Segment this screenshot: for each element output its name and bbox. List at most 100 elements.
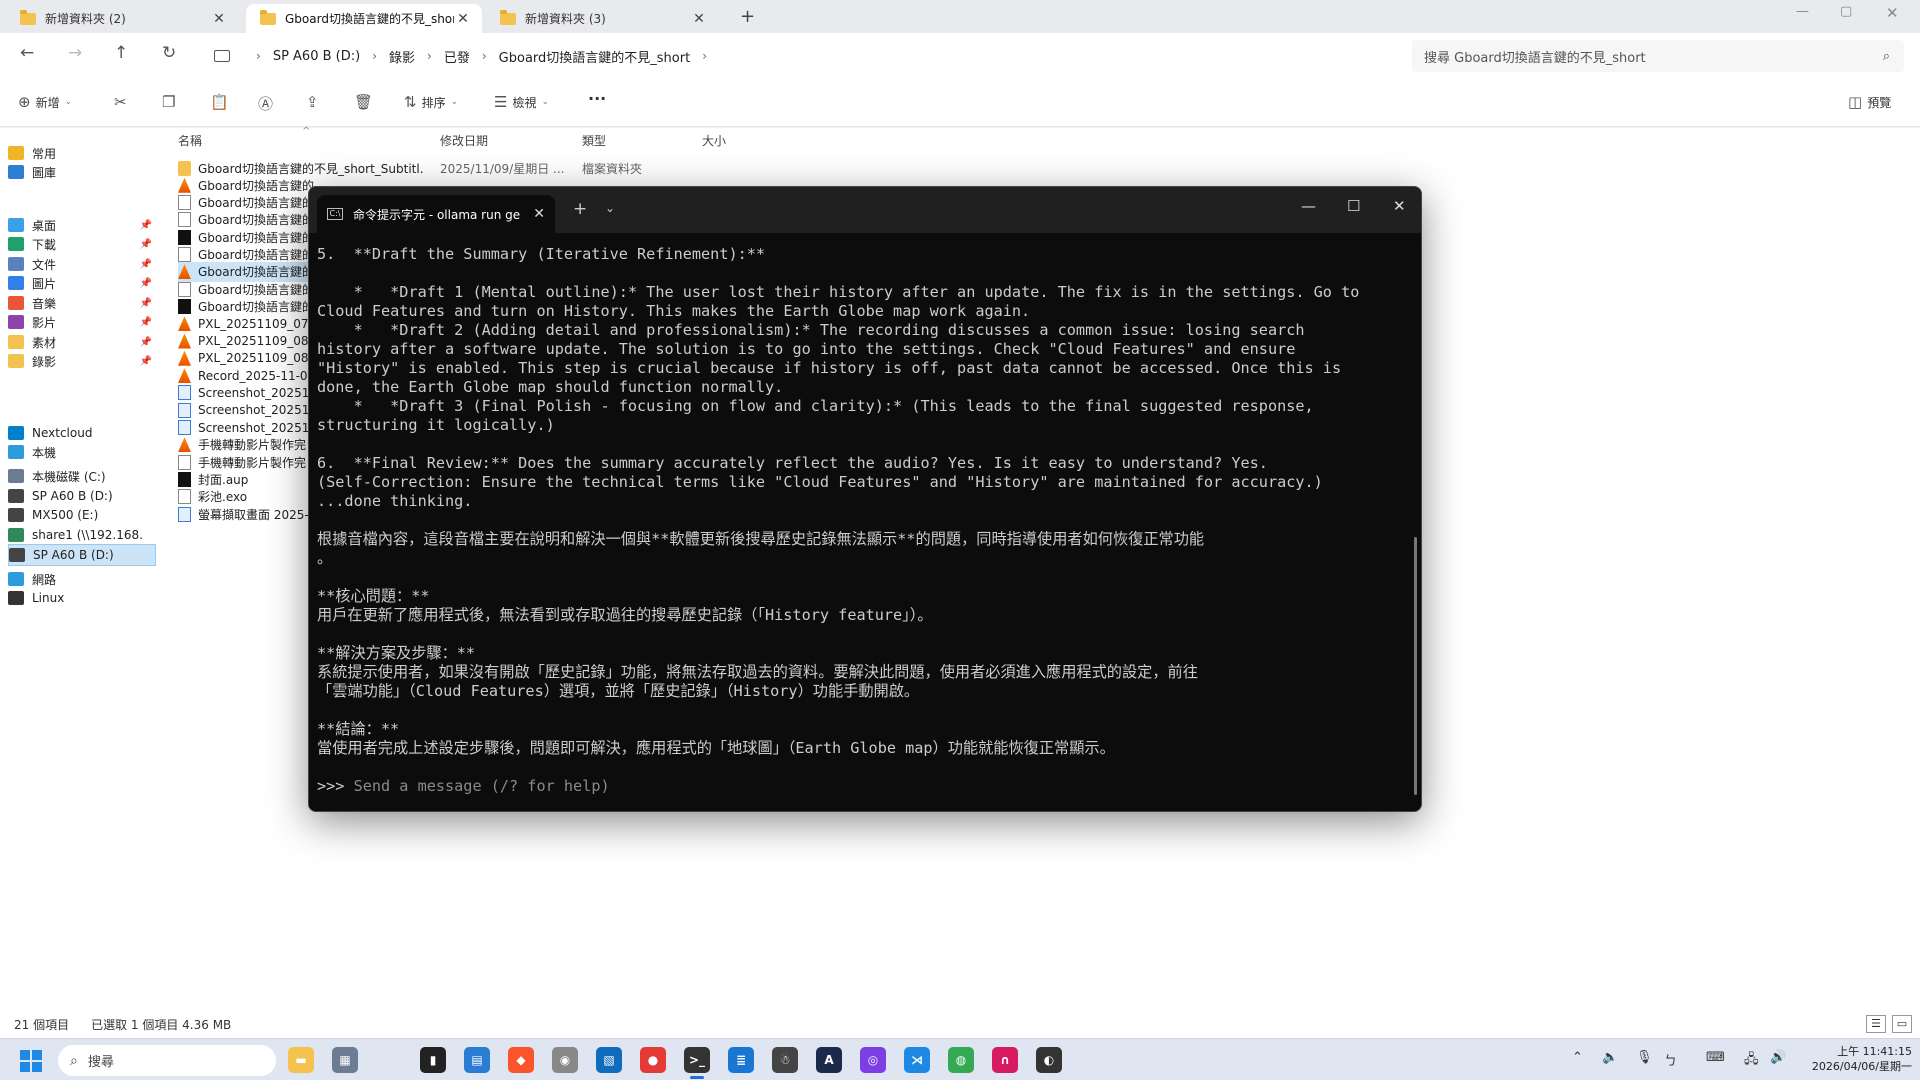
close-icon[interactable]: ✕ [210, 11, 228, 27]
maximize-icon[interactable]: ☐ [1347, 197, 1360, 215]
sort-button[interactable]: ⇅ 排序 ⌄ [404, 93, 458, 111]
sidebar-item[interactable]: MX500 (E:) [8, 504, 156, 526]
close-window-icon[interactable]: ✕ [1393, 197, 1406, 215]
pin-icon[interactable]: 📌 [140, 220, 152, 231]
delete-icon[interactable]: 🗑 [354, 93, 373, 111]
chevron-right-icon[interactable]: › [256, 49, 261, 63]
explorer-icon[interactable]: ▬ [288, 1047, 314, 1073]
new-terminal-tab-icon[interactable]: + [573, 199, 587, 219]
chevron-right-icon[interactable]: › [427, 49, 432, 63]
tab-gboard[interactable]: Gboard切換語言鍵的不見_short ✕ [246, 4, 482, 33]
sidebar-item[interactable]: SP A60 B (D:) [8, 544, 156, 566]
terminal-titlebar[interactable]: C:\ 命令提示字元 - ollama run ge ✕ + ⌄ — ☐ ✕ [309, 187, 1421, 233]
sidebar-item[interactable]: 錄影 📌 [8, 350, 156, 372]
calculator-icon[interactable]: ▦ [332, 1047, 358, 1073]
terminal-icon[interactable]: >_ [684, 1047, 710, 1079]
close-icon[interactable]: ✕ [690, 11, 708, 27]
view-button[interactable]: ☰ 檢視 ⌄ [494, 93, 549, 111]
penguin-icon[interactable]: ☃ [772, 1047, 798, 1073]
close-icon[interactable]: ✕ [454, 11, 472, 27]
sidebar-item[interactable]: share1 (\\192.168. [8, 524, 156, 546]
back-arrow-icon[interactable]: ← [20, 43, 34, 63]
purple-app-icon[interactable]: ◎ [860, 1047, 886, 1073]
brave-icon[interactable]: ◆ [508, 1047, 534, 1073]
minimize-icon[interactable]: — [1301, 197, 1316, 215]
new-tab-button[interactable]: + [740, 6, 755, 27]
terminal-tab[interactable]: C:\ 命令提示字元 - ollama run ge ✕ [317, 195, 555, 233]
new-button[interactable]: ⊕ 新增 ⌄ [18, 93, 72, 111]
search-input[interactable]: 搜尋 Gboard切換語言鍵的不見_short ⌕ [1412, 40, 1904, 72]
breadcrumb-recordings[interactable]: 錄影 [389, 47, 415, 66]
copy-icon[interactable]: ❐ [162, 93, 175, 111]
speaker-icon[interactable]: 🔈 [1602, 1050, 1618, 1065]
sidebar-item[interactable]: 圖庫 [8, 161, 156, 183]
minimize-icon[interactable]: — [1796, 4, 1809, 19]
breadcrumb-drive[interactable]: SP A60 B (D:) [273, 49, 360, 64]
pin-icon[interactable]: 📌 [140, 239, 152, 250]
column-type[interactable]: 類型 [582, 132, 606, 149]
breadcrumb[interactable]: › SP A60 B (D:) › 錄影 › 已發 › Gboard切換語言鍵的… [210, 41, 1390, 71]
column-name[interactable]: 名稱 [178, 132, 202, 149]
up-arrow-icon[interactable]: ↑ [114, 43, 128, 63]
breadcrumb-published[interactable]: 已發 [444, 47, 470, 66]
ime-icon[interactable]: ㄅ [1664, 1050, 1677, 1069]
round-app-icon[interactable]: ◉ [552, 1047, 578, 1073]
sidebar-item[interactable]: Linux [8, 587, 156, 609]
terminal-dark-icon[interactable]: ▮ [420, 1047, 446, 1073]
red-app-icon[interactable]: ● [640, 1047, 666, 1073]
refresh-icon[interactable]: ↻ [162, 43, 176, 63]
terminal-window[interactable]: C:\ 命令提示字元 - ollama run ge ✕ + ⌄ — ☐ ✕ 5… [308, 186, 1422, 812]
chevron-right-icon[interactable]: › [482, 49, 487, 63]
close-icon[interactable]: ✕ [533, 206, 545, 222]
tab-folder-2[interactable]: 新增資料夾 (2) ✕ [6, 4, 238, 33]
pin-icon[interactable]: 📌 [140, 317, 152, 328]
clock[interactable]: 上午 11:41:15 2026/04/06/星期一 [1808, 1044, 1912, 1074]
maximize-icon[interactable]: ▢ [1840, 4, 1852, 19]
share-icon[interactable]: ⇪ [306, 93, 319, 111]
tab-folder-3[interactable]: 新增資料夾 (3) ✕ [486, 4, 718, 33]
rename-icon[interactable]: Ⓐ [258, 93, 273, 114]
chevron-down-icon[interactable]: ⌄ [605, 201, 615, 215]
column-date[interactable]: 修改日期 [440, 132, 488, 149]
sidebar-item[interactable]: 本機磁碟 (C:) [8, 465, 156, 487]
vscode-icon[interactable]: ⋊ [904, 1047, 930, 1073]
terminal-scrollbar[interactable] [1414, 537, 1417, 795]
microphone-icon[interactable]: 🎙 [1636, 1050, 1653, 1065]
chevron-right-icon[interactable]: › [702, 49, 707, 63]
chrome-icon[interactable]: ◍ [948, 1047, 974, 1073]
sidebar-item[interactable]: 本機 [8, 441, 156, 463]
photos-icon[interactable]: ▧ [596, 1047, 622, 1073]
chevron-up-icon[interactable]: ⌃ [1572, 1050, 1583, 1065]
pin-icon[interactable]: 📌 [140, 356, 152, 367]
tiles-view-icon[interactable]: ▭ [1892, 1015, 1912, 1033]
paste-icon[interactable]: 📋 [210, 93, 229, 111]
terminal-output[interactable]: 5. **Draft the Summary (Iterative Refine… [317, 245, 1413, 796]
more-button[interactable]: ··· [588, 89, 606, 108]
pin-icon[interactable]: 📌 [140, 337, 152, 348]
preview-button[interactable]: ◫ 預覽 [1848, 93, 1891, 111]
breadcrumb-current[interactable]: Gboard切換語言鍵的不見_short [499, 47, 691, 66]
pin-icon[interactable]: 📌 [140, 259, 152, 270]
sidebar-item[interactable]: 影片 📌 [8, 311, 156, 333]
forward-arrow-icon[interactable]: → [68, 43, 82, 63]
notepad-icon[interactable]: ≣ [728, 1047, 754, 1073]
keyboard-icon[interactable]: ⌨ [1706, 1050, 1725, 1065]
obs-icon[interactable]: ◐ [1036, 1047, 1062, 1073]
windows-start-icon[interactable] [20, 1050, 42, 1072]
column-size[interactable]: 大小 [702, 132, 726, 149]
sidebar-item[interactable]: 下載 📌 [8, 233, 156, 255]
pin-icon[interactable]: 📌 [140, 298, 152, 309]
taskbar-search[interactable]: ⌕ 搜尋 [58, 1045, 276, 1076]
adobe-icon[interactable]: A [816, 1047, 842, 1073]
close-window-icon[interactable]: ✕ [1886, 4, 1899, 22]
details-view-icon[interactable]: ☰ [1866, 1015, 1886, 1033]
pin-icon[interactable]: 📌 [140, 278, 152, 289]
sidebar-item[interactable]: 圖片 📌 [8, 272, 156, 294]
chevron-right-icon[interactable]: › [372, 49, 377, 63]
headset-icon[interactable]: ∩ [992, 1047, 1018, 1073]
volume-icon[interactable]: 🔊 [1770, 1050, 1786, 1065]
doc-blue-icon[interactable]: ▤ [464, 1047, 490, 1073]
terminal-prompt[interactable]: >>> Send a message (/? for help) [317, 777, 1413, 796]
network-icon[interactable]: 🖧 [1744, 1050, 1759, 1072]
cut-icon[interactable]: ✂ [114, 93, 127, 111]
